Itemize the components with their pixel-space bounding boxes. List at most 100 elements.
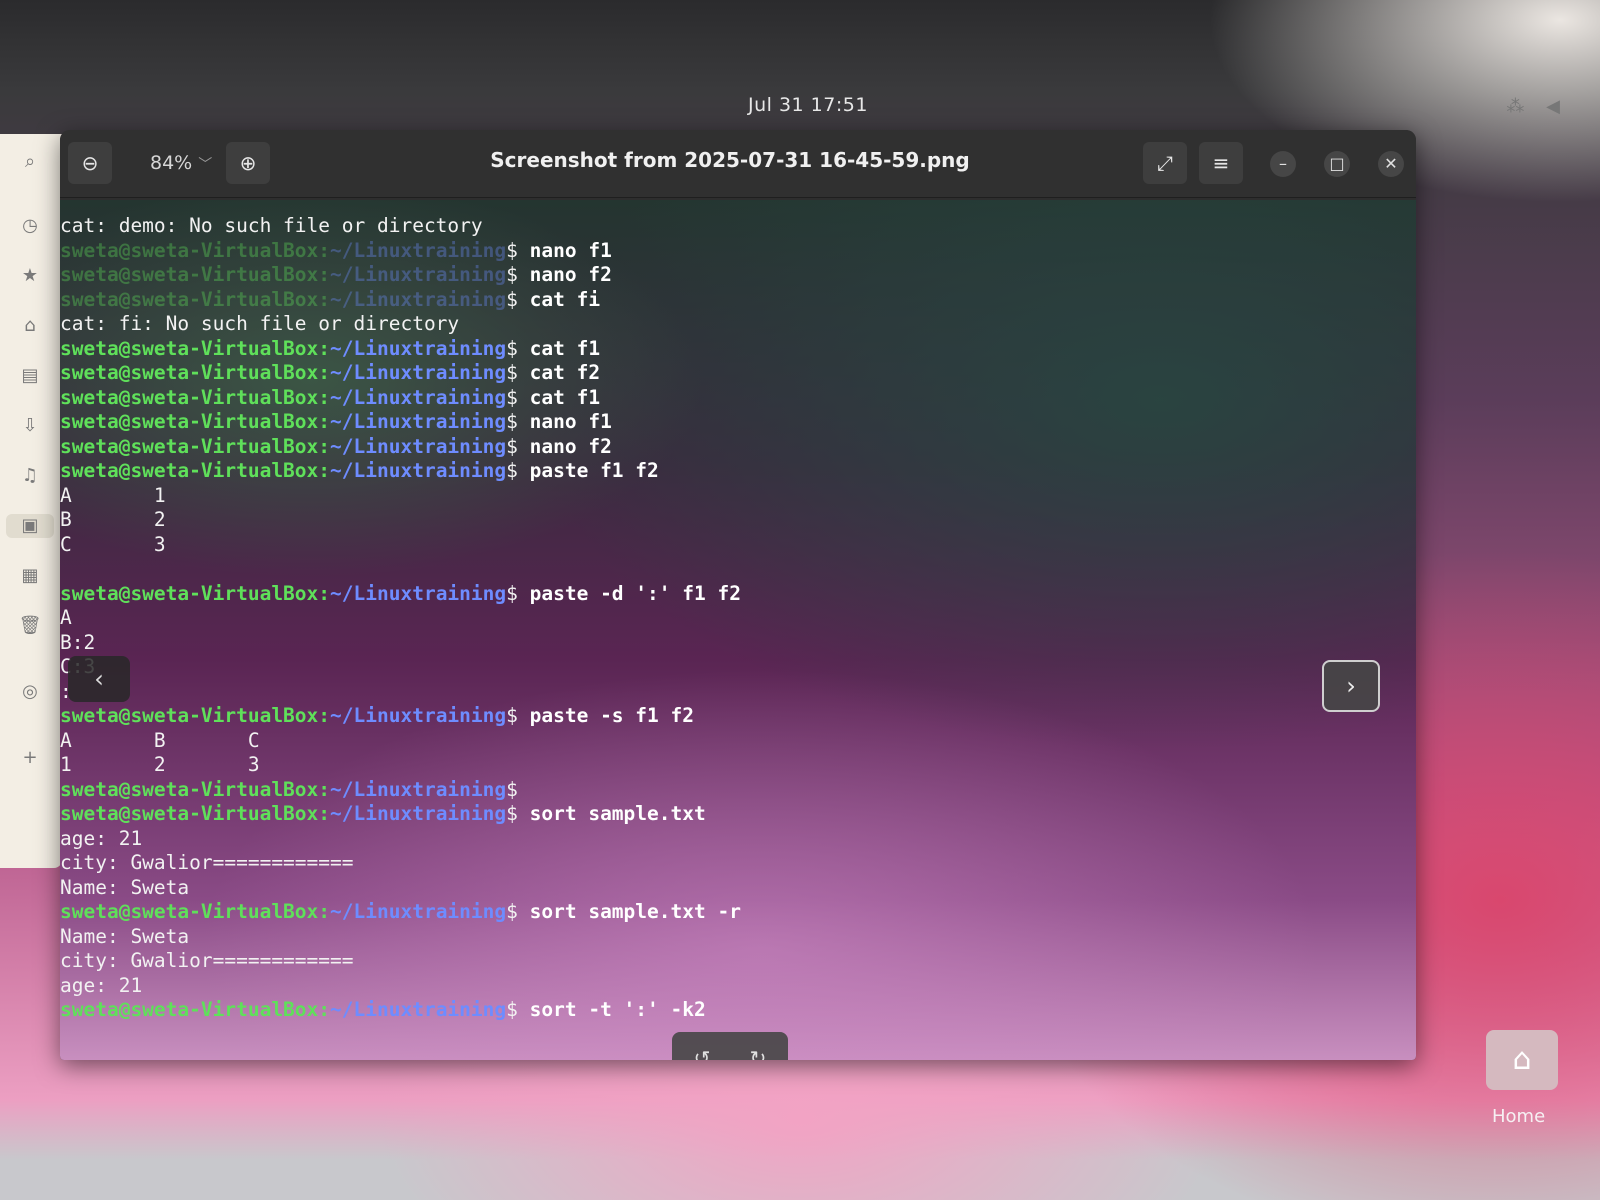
terminal-command-line: sweta@sweta-VirtualBox:~/Linuxtraining$ …	[60, 434, 612, 458]
image-viewer-window: ⊖ 84% ﹀ ⊕ Screenshot from 2025-07-31 16-4…	[60, 130, 1416, 1060]
terminal-output-line: C 3	[60, 532, 166, 556]
fullscreen-button[interactable]: ⤢	[1143, 142, 1187, 184]
terminal-command-line: sweta@sweta-VirtualBox:~/Linuxtraining$ …	[60, 581, 741, 605]
prompt-user: sweta@sweta-VirtualBox:	[60, 802, 331, 825]
chevron-left-icon: ‹	[94, 665, 104, 693]
terminal-output-line: 1 2 3	[60, 753, 260, 776]
rotate-right-button[interactable]: ↻	[744, 1044, 772, 1060]
prompt-path: ~/Linuxtraining	[330, 238, 507, 262]
terminal-command-line: sweta@sweta-VirtualBox:~/Linuxtraining$ …	[60, 459, 659, 482]
prompt-user: sweta@sweta-VirtualBox:	[60, 385, 331, 409]
next-image-button[interactable]: ›	[1322, 660, 1380, 712]
terminal-command-line: sweta@sweta-VirtualBox:~/Linuxtraining$ …	[60, 410, 612, 433]
pictures-icon[interactable]: ▣	[6, 514, 54, 538]
prompt-user: sweta@sweta-VirtualBox:	[60, 238, 331, 262]
add-location-icon[interactable]: +	[18, 746, 42, 770]
command-text: nano f1	[529, 410, 612, 433]
prompt-path: ~/Linuxtraining	[330, 410, 507, 433]
recent-icon[interactable]: ◷	[18, 214, 42, 238]
home-folder-icon[interactable]: ⌂	[18, 314, 42, 338]
terminal-command-line: sweta@sweta-VirtualBox:~/Linuxtraining$	[60, 777, 530, 801]
zoom-out-icon: ⊖	[81, 151, 99, 175]
terminal-command-line: sweta@sweta-VirtualBox:~/Linuxtraining$ …	[60, 361, 601, 384]
network-icon[interactable]: ⁂	[1506, 96, 1524, 117]
home-desktop-label[interactable]: Home	[1492, 1106, 1545, 1127]
minimize-icon: –	[1279, 154, 1287, 173]
prompt-path: ~/Linuxtraining	[330, 581, 507, 605]
trash-icon[interactable]: 🗑	[18, 614, 42, 638]
prompt-path: ~/Linuxtraining	[330, 704, 507, 727]
music-icon[interactable]: ♫	[18, 464, 42, 488]
terminal-output-line: A	[60, 606, 72, 629]
terminal-command-line: sweta@sweta-VirtualBox:~/Linuxtraining$ …	[60, 238, 612, 262]
previous-image-button[interactable]: ‹	[68, 656, 130, 702]
system-tray[interactable]: ⁂ ◀	[1490, 96, 1560, 117]
terminal-output-line: :	[60, 679, 72, 703]
close-button[interactable]: ✕	[1378, 151, 1404, 177]
zoom-level: 84%	[150, 152, 193, 174]
menu-button[interactable]: ≡	[1199, 142, 1243, 184]
volume-icon[interactable]: ◀	[1546, 96, 1560, 117]
image-canvas[interactable]: cat: demo: No such file or directory swet…	[60, 200, 1416, 1060]
terminal-output-line: B:2	[60, 630, 96, 654]
minimize-button[interactable]: –	[1270, 151, 1296, 177]
zoom-level-dropdown[interactable]: 84% ﹀	[150, 152, 212, 174]
command-text: cat f1	[529, 336, 601, 360]
prompt-user: sweta@sweta-VirtualBox:	[60, 581, 331, 605]
terminal-output-line: city: Gwalior============	[60, 949, 354, 972]
clock[interactable]: Jul 31 17:51	[748, 94, 868, 116]
search-icon[interactable]: ⌕	[18, 150, 42, 174]
command-text: paste f1 f2	[529, 459, 659, 482]
rotate-controls: ↺ ↻	[672, 1032, 788, 1060]
disc-icon[interactable]: ◎	[18, 680, 42, 704]
rotate-right-icon: ↻	[749, 1046, 767, 1060]
window-title: Screenshot from 2025-07-31 16-45-59.png	[490, 148, 970, 172]
terminal-output-line	[60, 557, 1260, 582]
downloads-icon[interactable]: ⇩	[18, 414, 42, 438]
prompt-path: ~/Linuxtraining	[330, 336, 507, 360]
zoom-out-button[interactable]: ⊖	[68, 142, 112, 184]
prompt-user: sweta@sweta-VirtualBox:	[60, 704, 331, 727]
prompt-path: ~/Linuxtraining	[330, 287, 507, 311]
command-text: paste -s f1 f2	[529, 704, 694, 727]
prompt-user: sweta@sweta-VirtualBox:	[60, 410, 331, 433]
terminal-command-line: sweta@sweta-VirtualBox:~/Linuxtraining$ …	[60, 802, 706, 825]
documents-icon[interactable]: ▤	[18, 364, 42, 388]
command-text: nano f1	[529, 238, 612, 262]
rotate-left-button[interactable]: ↺	[688, 1044, 716, 1060]
prompt-path: ~/Linuxtraining	[330, 459, 507, 482]
prompt-path: ~/Linuxtraining	[330, 385, 507, 409]
prompt-user: sweta@sweta-VirtualBox:	[60, 434, 331, 458]
prompt-user: sweta@sweta-VirtualBox:	[60, 336, 331, 360]
close-icon: ✕	[1384, 154, 1398, 173]
terminal-output-line: Name: Sweta	[60, 924, 190, 948]
prompt-user: sweta@sweta-VirtualBox:	[60, 361, 331, 384]
command-text: sort -t ':' -k2	[529, 998, 706, 1021]
prompt-user: sweta@sweta-VirtualBox:	[60, 900, 331, 923]
videos-icon[interactable]: ▦	[18, 564, 42, 588]
maximize-button[interactable]: □	[1324, 151, 1350, 177]
zoom-in-icon: ⊕	[239, 151, 257, 175]
terminal-command-line: sweta@sweta-VirtualBox:~/Linuxtraining$ …	[60, 287, 601, 311]
terminal-output: cat: demo: No such file or directory swet…	[60, 214, 1260, 1023]
command-text: sort sample.txt -r	[529, 900, 741, 923]
prompt-path: ~/Linuxtraining	[330, 777, 507, 801]
hamburger-menu-icon: ≡	[1212, 151, 1230, 175]
command-text: cat f2	[529, 361, 601, 384]
terminal-output-line: cat: demo: No such file or directory	[60, 214, 483, 237]
prompt-path: ~/Linuxtraining	[330, 361, 507, 384]
prompt-path: ~/Linuxtraining	[330, 998, 507, 1021]
terminal-command-line: sweta@sweta-VirtualBox:~/Linuxtraining$ …	[60, 385, 601, 409]
prompt-path: ~/Linuxtraining	[330, 263, 507, 286]
terminal-command-line: sweta@sweta-VirtualBox:~/Linuxtraining$ …	[60, 900, 741, 923]
command-text: paste -d ':' f1 f2	[529, 581, 741, 605]
prompt-path: ~/Linuxtraining	[330, 802, 507, 825]
terminal-output-line: A B C	[60, 728, 260, 752]
terminal-output-line: A 1	[60, 483, 166, 507]
starred-icon[interactable]: ★	[18, 264, 42, 288]
home-folder-desktop-icon[interactable]: ⌂	[1486, 1030, 1558, 1090]
zoom-in-button[interactable]: ⊕	[226, 142, 270, 184]
terminal-output-line: cat: fi: No such file or directory	[60, 312, 460, 335]
terminal-command-line: sweta@sweta-VirtualBox:~/Linuxtraining$ …	[60, 336, 601, 360]
terminal-output-line: B 2	[60, 508, 166, 531]
